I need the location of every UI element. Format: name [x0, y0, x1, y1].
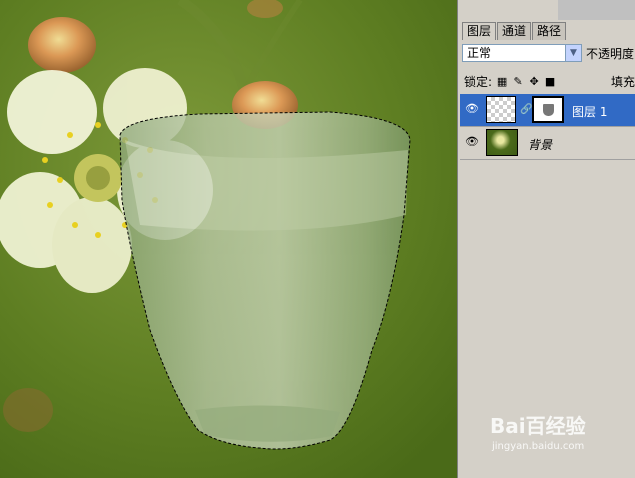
background-thumbnail: [486, 129, 518, 156]
panel-tabs: 图层 通道 路径: [462, 22, 567, 40]
layer-row[interactable]: 👁 🔗 图层 1: [460, 94, 635, 127]
flower-bud: [28, 17, 96, 73]
chain-link-icon[interactable]: 🔗: [520, 104, 532, 115]
eye-icon[interactable]: 👁: [465, 103, 479, 114]
layer-thumbnail: [486, 96, 516, 123]
layer-row[interactable]: 👁 背景: [460, 127, 635, 160]
eye-icon[interactable]: 👁: [465, 136, 479, 147]
panel-top-strip: [558, 0, 635, 20]
opacity-label: 不透明度: [586, 47, 635, 61]
lock-brush-icon[interactable]: ✎: [512, 75, 524, 88]
lock-move-icon[interactable]: ✥: [528, 75, 540, 88]
blend-mode-select[interactable]: 正常 ▼: [462, 44, 582, 62]
image-canvas[interactable]: [0, 0, 457, 478]
layer-list: 👁 🔗 图层 1 👁 背景: [460, 94, 635, 160]
layers-panel: 图层 通道 路径 正常 ▼ 不透明度 锁定: ▦ ✎ ✥ ■ 填充 👁 🔗 图层…: [457, 0, 635, 478]
tab-paths[interactable]: 路径: [532, 22, 567, 40]
lock-row: 锁定: ▦ ✎ ✥ ■: [464, 73, 556, 90]
chevron-down-icon[interactable]: ▼: [565, 45, 581, 61]
layer-name: 背景: [528, 138, 553, 152]
layer-name: 图层 1: [572, 105, 608, 119]
watermark-url: jingyan.baidu.com: [492, 441, 585, 452]
blend-mode-value: 正常: [467, 46, 492, 60]
canvas-artwork: [0, 0, 457, 478]
layer-mask-thumbnail[interactable]: [532, 96, 564, 123]
watermark-logo: Bai百经验: [490, 414, 586, 438]
lock-all-icon[interactable]: ■: [544, 75, 556, 88]
tab-channels[interactable]: 通道: [497, 22, 532, 40]
lock-label: 锁定:: [464, 75, 493, 89]
baidu-watermark: Bai百经验 jingyan.baidu.com: [490, 410, 586, 452]
tab-layers[interactable]: 图层: [462, 22, 497, 40]
fill-label: 填充: [611, 75, 635, 89]
lock-transparency-icon[interactable]: ▦: [496, 75, 508, 88]
